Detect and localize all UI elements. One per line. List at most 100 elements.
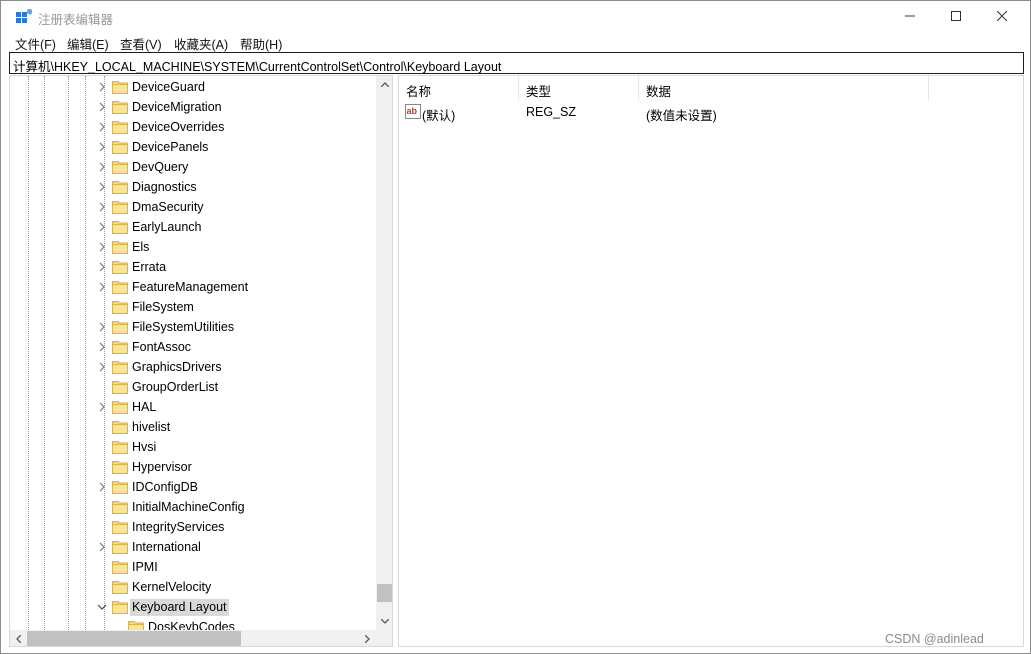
- tree-item[interactable]: Errata: [10, 257, 376, 277]
- tree-item[interactable]: InitialMachineConfig: [10, 497, 376, 517]
- tree-item[interactable]: FileSystem: [10, 297, 376, 317]
- folder-icon: [112, 520, 128, 534]
- scroll-down-icon[interactable]: [376, 613, 392, 630]
- chevron-right-icon[interactable]: [96, 261, 108, 273]
- menu-file[interactable]: 文件(F): [15, 34, 56, 53]
- value-type: REG_SZ: [526, 105, 577, 119]
- tree-item[interactable]: DosKeybCodes: [10, 617, 376, 630]
- chevron-right-icon[interactable]: [96, 181, 108, 193]
- scroll-up-icon[interactable]: [376, 76, 392, 93]
- tree-item[interactable]: DeviceMigration: [10, 97, 376, 117]
- tree-item[interactable]: IPMI: [10, 557, 376, 577]
- tree-item[interactable]: DevicePanels: [10, 137, 376, 157]
- vertical-scroll-thumb[interactable]: [377, 584, 392, 602]
- chevron-right-icon[interactable]: [96, 541, 108, 553]
- scroll-right-icon[interactable]: [359, 630, 376, 646]
- chevron-right-icon[interactable]: [96, 241, 108, 253]
- tree-item[interactable]: Els: [10, 237, 376, 257]
- tree-item[interactable]: IDConfigDB: [10, 477, 376, 497]
- tree-item[interactable]: FontAssoc: [10, 337, 376, 357]
- minimize-button[interactable]: [887, 1, 933, 31]
- folder-icon: [112, 480, 128, 494]
- window-title: 注册表编辑器: [38, 13, 114, 27]
- regedit-window: 注册表编辑器 文件(F) 编辑(E) 查看(V) 收藏夹(A) 帮助(H) 计算…: [0, 0, 1031, 654]
- menu-help[interactable]: 帮助(H): [240, 34, 282, 53]
- column-header-data[interactable]: 数据: [639, 76, 929, 100]
- tree-item[interactable]: hivelist: [10, 417, 376, 437]
- chevron-right-icon[interactable]: [96, 161, 108, 173]
- tree-item[interactable]: GraphicsDrivers: [10, 357, 376, 377]
- tree-item[interactable]: International: [10, 537, 376, 557]
- close-icon: [997, 11, 1007, 21]
- tree-item-label: Hypervisor: [132, 460, 192, 474]
- folder-icon: [112, 180, 128, 194]
- tree-item[interactable]: IntegrityServices: [10, 517, 376, 537]
- menu-favorites[interactable]: 收藏夹(A): [174, 34, 228, 53]
- tree-item[interactable]: Keyboard Layout: [10, 597, 376, 617]
- tree-horizontal-scrollbar[interactable]: [10, 630, 376, 646]
- menu-edit[interactable]: 编辑(E): [67, 34, 109, 53]
- chevron-right-icon[interactable]: [96, 141, 108, 153]
- folder-icon: [112, 120, 128, 134]
- folder-icon: [112, 80, 128, 94]
- horizontal-scroll-thumb[interactable]: [27, 631, 241, 646]
- chevron-down-icon[interactable]: [96, 601, 108, 613]
- tree-item[interactable]: DevQuery: [10, 157, 376, 177]
- regedit-app-icon: [16, 8, 33, 25]
- chevron-right-icon[interactable]: [96, 81, 108, 93]
- scroll-left-icon[interactable]: [10, 630, 27, 646]
- tree-item[interactable]: DeviceOverrides: [10, 117, 376, 137]
- tree-item[interactable]: DeviceGuard: [10, 77, 376, 97]
- tree-item[interactable]: HAL: [10, 397, 376, 417]
- tree-item[interactable]: FeatureManagement: [10, 277, 376, 297]
- values-list-pane: 名称 类型 数据 ab (默认) REG_SZ (数值未设置): [398, 75, 1024, 647]
- maximize-button[interactable]: [933, 1, 979, 31]
- chevron-right-icon[interactable]: [96, 341, 108, 353]
- menu-bar: 文件(F) 编辑(E) 查看(V) 收藏夹(A) 帮助(H): [1, 31, 1030, 52]
- chevron-right-icon[interactable]: [96, 481, 108, 493]
- column-header-type[interactable]: 类型: [519, 76, 639, 100]
- tree-item-label: FileSystemUtilities: [132, 320, 235, 334]
- tree-item[interactable]: FileSystemUtilities: [10, 317, 376, 337]
- close-button[interactable]: [979, 1, 1025, 31]
- tree-item[interactable]: Hvsi: [10, 437, 376, 457]
- tree-item[interactable]: Diagnostics: [10, 177, 376, 197]
- tree-item-label: FontAssoc: [132, 340, 192, 354]
- tree-item-label: Hvsi: [132, 440, 157, 454]
- tree-item-label: GraphicsDrivers: [132, 360, 222, 374]
- tree-vertical-scrollbar[interactable]: [376, 76, 392, 630]
- folder-icon: [112, 540, 128, 554]
- tree-item-label: DeviceMigration: [132, 100, 222, 114]
- folder-icon: [112, 260, 128, 274]
- column-header-name[interactable]: 名称: [399, 76, 519, 100]
- tree-item-label: FileSystem: [132, 300, 194, 314]
- folder-icon: [112, 380, 128, 394]
- scrollbar-corner: [376, 630, 392, 646]
- tree-item[interactable]: GroupOrderList: [10, 377, 376, 397]
- string-value-icon: ab: [405, 104, 421, 119]
- folder-icon: [112, 140, 128, 154]
- folder-icon: [112, 500, 128, 514]
- tree-item[interactable]: Hypervisor: [10, 457, 376, 477]
- chevron-right-icon[interactable]: [96, 361, 108, 373]
- value-row[interactable]: ab (默认) REG_SZ (数值未设置): [399, 102, 999, 123]
- tree-item[interactable]: EarlyLaunch: [10, 217, 376, 237]
- value-name: (默认): [422, 109, 456, 123]
- chevron-right-icon[interactable]: [96, 221, 108, 233]
- tree-item-label: GroupOrderList: [132, 380, 219, 394]
- chevron-right-icon[interactable]: [96, 101, 108, 113]
- menu-view[interactable]: 查看(V): [120, 34, 162, 53]
- address-bar[interactable]: 计算机\HKEY_LOCAL_MACHINE\SYSTEM\CurrentCon…: [9, 52, 1024, 74]
- watermark: CSDN @adinlead: [885, 632, 984, 646]
- tree-item[interactable]: DmaSecurity: [10, 197, 376, 217]
- chevron-right-icon[interactable]: [96, 121, 108, 133]
- chevron-right-icon[interactable]: [96, 401, 108, 413]
- folder-icon: [112, 420, 128, 434]
- tree-item-label: DevQuery: [132, 160, 189, 174]
- title-bar[interactable]: 注册表编辑器: [1, 1, 1030, 33]
- chevron-right-icon[interactable]: [96, 321, 108, 333]
- chevron-right-icon[interactable]: [96, 281, 108, 293]
- chevron-right-icon[interactable]: [96, 201, 108, 213]
- tree-item[interactable]: KernelVelocity: [10, 577, 376, 597]
- tree-item-label: HAL: [132, 400, 157, 414]
